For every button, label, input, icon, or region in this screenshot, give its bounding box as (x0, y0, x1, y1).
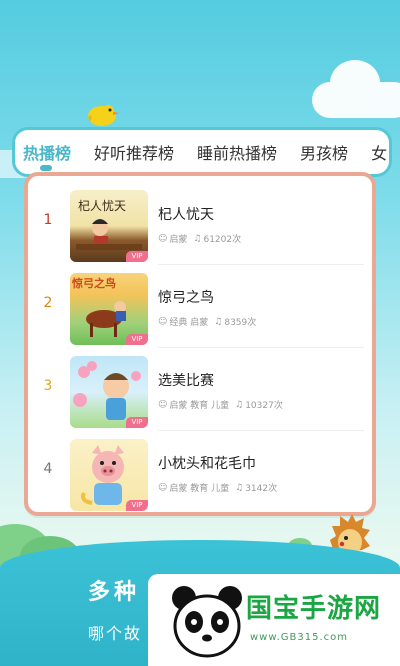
list-item[interactable]: 1 杞人忧天 VIP 杞人忧天 ☺ 启蒙 ♫ 61202次 (28, 182, 372, 262)
rank-number: 3 (43, 378, 53, 394)
headphones-icon: ♫ (235, 399, 244, 410)
story-thumbnail: 惊弓之鸟 VIP (70, 273, 148, 345)
story-title: 惊弓之鸟 (158, 290, 214, 306)
story-title: 选美比赛 (158, 373, 214, 389)
headphones-icon: ♫ (193, 233, 202, 244)
ranking-list: 1 杞人忧天 VIP 杞人忧天 ☺ 启蒙 ♫ 61202次 2 惊弓之鸟 VIP… (24, 172, 376, 516)
play-count: 8359次 (224, 318, 257, 328)
list-item[interactable]: 3 VIP 选美比赛 ☺ 启蒙 教育 儿童 ♫ 10327次 (28, 348, 372, 428)
svg-text:惊弓之鸟: 惊弓之鸟 (72, 276, 116, 290)
watermark-brand: 国宝手游网 (246, 594, 382, 624)
play-count: 61202次 (203, 235, 242, 245)
vip-badge: VIP (126, 334, 148, 345)
headphones-icon: ♫ (235, 482, 244, 493)
bird-mascot (88, 105, 119, 126)
story-title: 杞人忧天 (158, 207, 214, 223)
list-item[interactable]: 2 惊弓之鸟 VIP 惊弓之鸟 ☺ 经典 启蒙 ♫ 8359次 (28, 265, 372, 345)
vip-badge: VIP (126, 500, 148, 511)
tab-bedtime[interactable]: 睡前热播榜 (197, 140, 277, 164)
story-meta: ☺ 启蒙 教育 儿童 ♫ 3142次 (158, 481, 278, 495)
story-tags: 经典 启蒙 (169, 318, 209, 328)
story-thumbnail: VIP (70, 439, 148, 511)
cloud-decoration (312, 60, 400, 118)
story-title: 小枕头和花毛巾 (158, 456, 256, 472)
rank-number: 2 (43, 295, 53, 311)
ranking-tabbar: 热播榜 好听推荐榜 睡前热播榜 男孩榜 女 (12, 127, 392, 177)
svg-text:杞人忧天: 杞人忧天 (78, 199, 126, 213)
tab-recommended[interactable]: 好听推荐榜 (94, 140, 174, 164)
banner-subline: 哪个故 (88, 624, 143, 643)
play-count: 10327次 (245, 401, 283, 411)
watermark-url: www.GB315.com (250, 632, 349, 643)
rank-number: 4 (43, 461, 53, 477)
smiley-icon: ☺ (158, 482, 168, 493)
smiley-icon: ☺ (158, 399, 168, 410)
story-meta: ☺ 启蒙 ♫ 61202次 (158, 232, 242, 246)
list-item[interactable]: 4 VIP 小枕头和花毛巾 ☺ 启蒙 教育 儿童 ♫ 3142次 (28, 431, 372, 511)
story-tags: 启蒙 (169, 235, 188, 245)
active-tab-indicator (40, 165, 52, 171)
tab-boys[interactable]: 男孩榜 (300, 140, 348, 164)
smiley-icon: ☺ (158, 233, 168, 244)
banner-headline: 多种 (88, 580, 141, 605)
story-meta: ☺ 经典 启蒙 ♫ 8359次 (158, 315, 257, 329)
story-thumbnail: 杞人忧天 VIP (70, 190, 148, 262)
vip-badge: VIP (126, 251, 148, 262)
story-thumbnail: VIP (70, 356, 148, 428)
watermark-overlay: 国宝手游网 www.GB315.com (148, 574, 400, 666)
panda-logo (172, 586, 242, 658)
story-tags: 启蒙 教育 儿童 (169, 401, 230, 411)
headphones-icon: ♫ (214, 316, 223, 327)
play-count: 3142次 (245, 484, 278, 494)
tab-girls[interactable]: 女 (371, 140, 387, 164)
tab-hot[interactable]: 热播榜 (23, 140, 71, 164)
smiley-icon: ☺ (158, 316, 168, 327)
story-meta: ☺ 启蒙 教育 儿童 ♫ 10327次 (158, 398, 283, 412)
story-tags: 启蒙 教育 儿童 (169, 484, 230, 494)
vip-badge: VIP (126, 417, 148, 428)
rank-number: 1 (43, 212, 53, 228)
